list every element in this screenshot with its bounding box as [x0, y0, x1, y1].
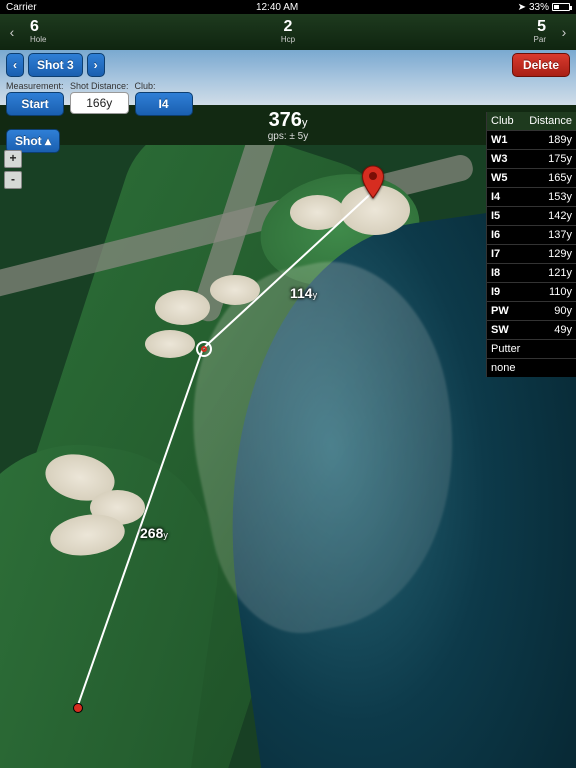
- battery-icon: [552, 3, 570, 11]
- segment-distance-bottom: 268y: [140, 525, 168, 541]
- pin-marker[interactable]: [361, 165, 385, 204]
- zoom-in-button[interactable]: +: [4, 150, 22, 168]
- hcp-label: Hcp: [202, 35, 374, 45]
- club-row[interactable]: I9110y: [487, 282, 576, 301]
- club-row[interactable]: W1189y: [487, 130, 576, 149]
- zoom-controls: + -: [4, 150, 22, 189]
- shot-bar: ‹ Shot 3 › Delete Measurement: Start Sho…: [0, 50, 576, 105]
- next-hole-button[interactable]: ›: [552, 14, 576, 50]
- prev-hole-button[interactable]: ‹: [0, 14, 24, 50]
- hole-value: 6: [30, 19, 202, 35]
- club-distance-table[interactable]: Club Distance W1189yW3175yW5165yI4153yI5…: [486, 112, 576, 377]
- hole-label: Hole: [30, 35, 202, 45]
- next-shot-button[interactable]: ›: [87, 53, 105, 77]
- club-row[interactable]: I5142y: [487, 206, 576, 225]
- club-row[interactable]: W3175y: [487, 149, 576, 168]
- shot-distance-field[interactable]: 166y: [70, 92, 129, 114]
- location-icon: ➤: [518, 2, 526, 13]
- shot-title[interactable]: Shot 3: [28, 53, 83, 77]
- club-row[interactable]: I6137y: [487, 225, 576, 244]
- club-label: Club:: [135, 81, 193, 91]
- tee-marker[interactable]: [73, 703, 83, 713]
- status-bar: Carrier 12:40 AM ➤ 33%: [0, 0, 576, 14]
- club-select-button[interactable]: I4: [135, 92, 193, 116]
- status-time: 12:40 AM: [37, 2, 518, 13]
- delete-button[interactable]: Delete: [512, 53, 570, 77]
- status-carrier: Carrier: [6, 2, 37, 13]
- zoom-out-button[interactable]: -: [4, 171, 22, 189]
- segment-distance-top: 114y: [290, 285, 317, 301]
- club-row[interactable]: I4153y: [487, 187, 576, 206]
- club-row[interactable]: none: [487, 358, 576, 377]
- hcp-value: 2: [202, 19, 374, 35]
- hole-header: ‹ 6 Hole 2 Hcp 5 Par ›: [0, 14, 576, 50]
- prev-shot-button[interactable]: ‹: [6, 53, 24, 77]
- club-table-header: Club Distance: [487, 112, 576, 130]
- aim-marker[interactable]: [196, 341, 212, 357]
- status-battery-pct: 33%: [529, 2, 549, 13]
- club-row[interactable]: Putter: [487, 339, 576, 358]
- club-row[interactable]: I7129y: [487, 244, 576, 263]
- measurement-label: Measurement:: [6, 81, 64, 91]
- club-row[interactable]: W5165y: [487, 168, 576, 187]
- par-label: Par: [374, 35, 546, 45]
- club-row[interactable]: PW90y: [487, 301, 576, 320]
- measurement-start-button[interactable]: Start: [6, 92, 64, 116]
- shot-distance-label: Shot Distance:: [70, 81, 129, 91]
- par-value: 5: [374, 19, 546, 35]
- club-row[interactable]: I8121y: [487, 263, 576, 282]
- club-row[interactable]: SW49y: [487, 320, 576, 339]
